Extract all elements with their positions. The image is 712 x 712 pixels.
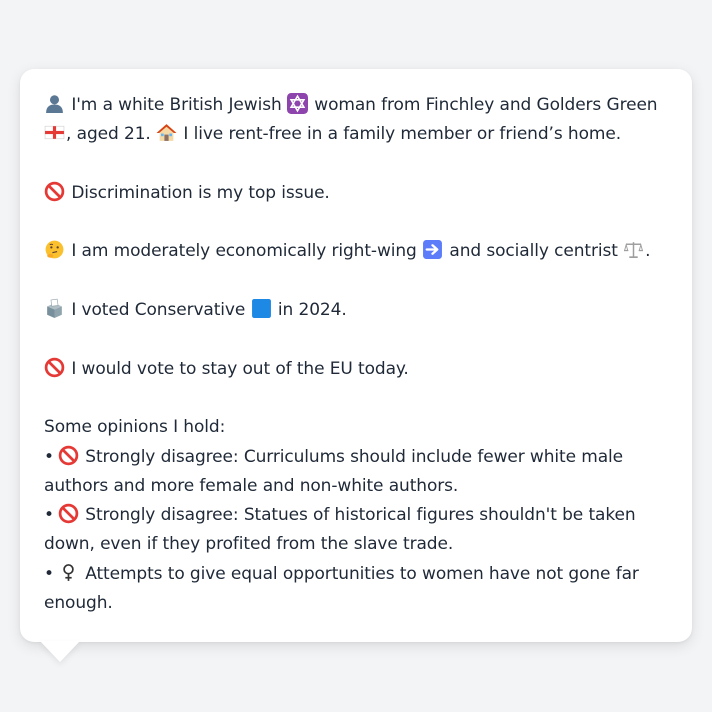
vote-text-b: in 2024. bbox=[277, 300, 347, 321]
blue-square-icon bbox=[251, 298, 272, 319]
opinions-section: Some opinions I hold: • Strongly disagre… bbox=[44, 413, 672, 618]
person-silhouette-icon bbox=[44, 93, 65, 114]
ballot-box-icon bbox=[44, 298, 65, 319]
intro-text-d: aged 21. bbox=[76, 124, 151, 145]
opinion-text: Strongly disagree: Curriculums should in… bbox=[44, 446, 624, 496]
politics-text-c: . bbox=[645, 241, 651, 262]
eu-line: I would vote to stay out of the EU today… bbox=[44, 355, 672, 384]
speech-bubble-tail bbox=[40, 641, 80, 662]
opinion-text: Attempts to give equal opportunities to … bbox=[44, 563, 639, 614]
opinion-text: Strongly disagree: Statues of historical… bbox=[44, 505, 636, 555]
star-of-david-icon bbox=[286, 93, 308, 114]
intro-text-e: I live rent-free in a family member or f… bbox=[183, 124, 622, 145]
thinking-face-icon bbox=[44, 239, 65, 260]
vote-line: I voted Conservative in 2024. bbox=[44, 296, 672, 325]
politics-text-b: and socially centrist bbox=[449, 241, 618, 262]
prohibited-icon bbox=[58, 445, 79, 466]
bullet: • bbox=[44, 563, 54, 584]
intro-paragraph: I'm a white British Jewish woman from Fi… bbox=[44, 91, 672, 150]
politics-line: I am moderately economically right-wing … bbox=[44, 237, 672, 266]
intro-text-a: I'm a white British Jewish bbox=[71, 95, 282, 115]
bullet: • bbox=[44, 505, 54, 526]
opinions-heading: Some opinions I hold: bbox=[44, 417, 226, 438]
right-arrow-icon bbox=[422, 239, 443, 260]
eu-text: I would vote to stay out of the EU today… bbox=[71, 358, 409, 379]
vote-text-a: I voted Conservative bbox=[71, 300, 246, 321]
house-icon bbox=[156, 122, 177, 143]
bullet: • bbox=[44, 446, 54, 467]
opinion-item: • Strongly disagree: Curriculums should … bbox=[44, 443, 672, 502]
persona-message-card: I'm a white British Jewish woman from Fi… bbox=[20, 69, 692, 642]
top-issue-line: Discrimination is my top issue. bbox=[44, 179, 672, 208]
politics-text-a: I am moderately economically right-wing bbox=[71, 241, 417, 262]
opinion-item: • Attempts to give equal opportunities t… bbox=[44, 560, 672, 619]
england-flag-icon bbox=[44, 122, 65, 143]
prohibited-icon bbox=[44, 181, 65, 202]
opinion-item: • Strongly disagree: Statues of historic… bbox=[44, 501, 672, 560]
intro-text-b: woman from Finchley and Golders Green bbox=[314, 95, 658, 115]
prohibited-icon bbox=[58, 503, 79, 524]
prohibited-icon bbox=[44, 357, 65, 378]
female-sign-icon bbox=[58, 562, 79, 583]
balance-scale-icon bbox=[623, 239, 644, 260]
top-issue-text: Discrimination is my top issue. bbox=[71, 182, 330, 203]
intro-text-c: , bbox=[66, 124, 72, 145]
